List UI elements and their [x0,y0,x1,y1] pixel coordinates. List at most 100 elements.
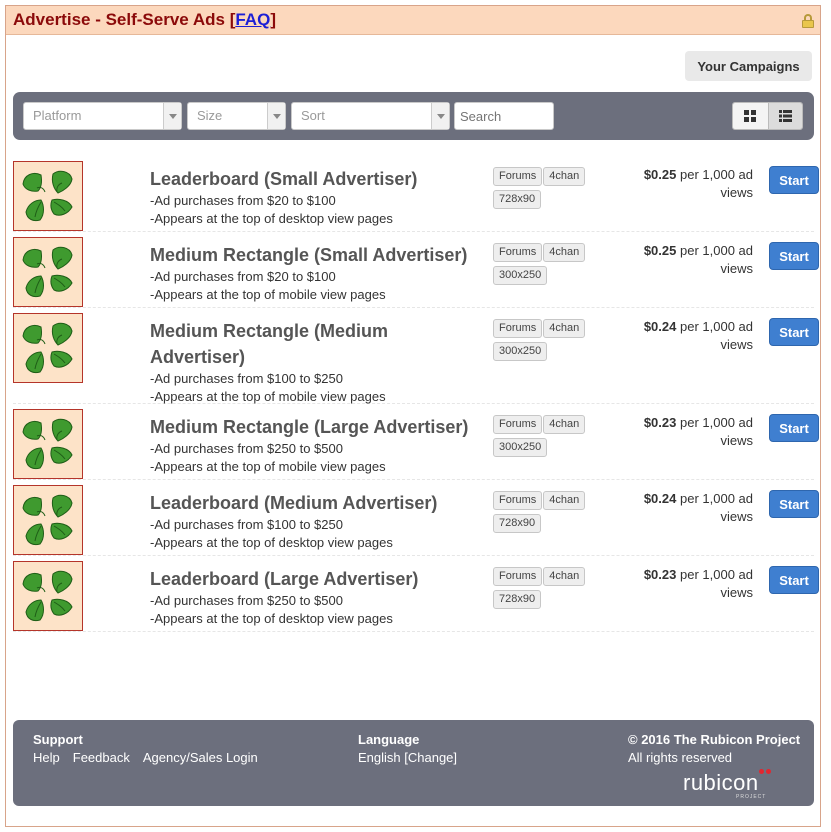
tag-site[interactable]: 4chan [543,167,586,186]
ad-info: Leaderboard (Medium Advertiser) -Ad purc… [150,490,480,552]
footer-support: Support Help Feedback Agency/Sales Login [33,731,271,767]
tag-site[interactable]: 4chan [543,567,586,586]
tag-size[interactable]: 300x250 [493,438,548,457]
size-select[interactable]: Size [187,102,286,130]
platform-select[interactable]: Platform [23,102,182,130]
ad-tags: Forums 4chan 300x250 [493,318,603,364]
ad-info: Medium Rectangle (Small Advertiser) -Ad … [150,242,480,304]
price-unit: per 1,000 ad views [676,415,753,448]
ad-placement: -Appears at the top of mobile view pages [150,287,386,302]
ad-row: Leaderboard (Medium Advertiser) -Ad purc… [13,480,819,556]
tag-size[interactable]: 728x90 [493,190,542,209]
ad-tags: Forums 4chan728x90 [493,166,603,212]
tag-size[interactable]: 728x90 [493,514,542,533]
ad-purchase-range: -Ad purchases from $100 to $250 [150,517,343,532]
chevron-down-icon [267,103,285,129]
app-window: Advertise - Self-Serve Ads [FAQ] Your Ca… [5,5,821,827]
tag-platform[interactable]: Forums [493,491,543,510]
tag-site[interactable]: 4chan [543,319,586,338]
search-input[interactable] [454,102,554,130]
grid-view-icon [744,110,757,122]
ad-tags: Forums 4chan 300x250 [493,242,603,288]
start-button[interactable]: Start [769,166,819,194]
ad-info: Leaderboard (Large Advertiser) -Ad purch… [150,566,480,628]
ad-title[interactable]: Medium Rectangle (Small Advertiser) [150,242,480,268]
filter-toolbar: Platform Size Sort [13,92,814,140]
clover-logo-icon [13,313,83,383]
list-view-button[interactable] [767,103,802,129]
language-change-link[interactable]: English [Change] [358,749,457,767]
sort-select[interactable]: Sort [291,102,450,130]
chevron-down-icon [163,103,181,129]
ad-tags: Forums 4chan728x90 [493,490,603,536]
grid-view-button[interactable] [733,103,768,129]
ad-title[interactable]: Medium Rectangle (Medium Advertiser) [150,318,440,370]
rubicon-logo-text: rubicon [683,770,759,795]
ad-row: Medium Rectangle (Small Advertiser) -Ad … [13,232,819,308]
agency-sales-login-link[interactable]: Agency/Sales Login [143,750,258,765]
tag-site[interactable]: 4chan [543,415,586,434]
ad-purchase-range: -Ad purchases from $250 to $500 [150,593,343,608]
price-unit: per 1,000 ad views [676,243,753,276]
ad-purchase-range: -Ad purchases from $100 to $250 [150,371,343,386]
tag-platform[interactable]: Forums [493,415,543,434]
footer-copyright: © 2016 The Rubicon Project All rights re… [628,731,800,767]
clover-logo-icon [13,561,83,631]
rights-text: All rights reserved [628,750,733,765]
logo-dot [766,769,771,774]
ad-title[interactable]: Leaderboard (Medium Advertiser) [150,490,480,516]
ad-info: Medium Rectangle (Large Advertiser) -Ad … [150,414,480,476]
tag-size[interactable]: 300x250 [493,266,548,285]
lock-icon [802,14,814,28]
faq-link[interactable]: FAQ [235,10,270,29]
tag-site[interactable]: 4chan [543,243,586,262]
feedback-link[interactable]: Feedback [73,750,130,765]
ad-list: Leaderboard (Small Advertiser) -Ad purch… [13,156,819,632]
ad-placement: -Appears at the top of desktop view page… [150,611,393,626]
price-value: $0.23 [643,567,677,582]
ad-price: $0.25 per 1,000 ad views [613,242,753,278]
ad-price: $0.23 per 1,000 ad views [613,414,753,450]
start-button[interactable]: Start [769,490,819,518]
faq-bracket-close: ] [270,10,276,29]
support-links: Help Feedback Agency/Sales Login [33,749,271,767]
tag-platform[interactable]: Forums [493,319,543,338]
ad-price: $0.24 per 1,000 ad views [613,490,753,526]
chevron-down-icon [431,103,449,129]
tag-platform[interactable]: Forums [493,243,543,262]
rubicon-logo-subtext: PROJECT [736,794,767,800]
ad-title[interactable]: Medium Rectangle (Large Advertiser) [150,414,480,440]
ad-price: $0.25 per 1,000 ad views [613,166,753,202]
ad-title[interactable]: Leaderboard (Small Advertiser) [150,166,480,192]
ad-row: Medium Rectangle (Large Advertiser) -Ad … [13,404,819,480]
ad-title[interactable]: Leaderboard (Large Advertiser) [150,566,480,592]
tag-platform[interactable]: Forums [493,567,543,586]
start-button[interactable]: Start [769,318,819,346]
ad-price: $0.23 per 1,000 ad views [613,566,753,602]
tag-site[interactable]: 4chan [543,491,586,510]
ad-info: Leaderboard (Small Advertiser) -Ad purch… [150,166,480,228]
price-unit: per 1,000 ad views [676,167,753,200]
help-link[interactable]: Help [33,750,60,765]
ad-row: Medium Rectangle (Medium Advertiser) -Ad… [13,308,819,404]
ad-row: Leaderboard (Large Advertiser) -Ad purch… [13,556,819,632]
logo-dot [759,769,764,774]
ad-row: Leaderboard (Small Advertiser) -Ad purch… [13,156,819,232]
ad-placement: -Appears at the top of desktop view page… [150,535,393,550]
price-unit: per 1,000 ad views [676,319,753,352]
price-unit: per 1,000 ad views [676,567,753,600]
title-bar: Advertise - Self-Serve Ads [FAQ] [6,6,820,35]
start-button[interactable]: Start [769,566,819,594]
ad-placement: -Appears at the top of mobile view pages [150,459,386,474]
platform-select-label: Platform [33,108,82,123]
tag-size[interactable]: 728x90 [493,590,542,609]
tag-size[interactable]: 300x250 [493,342,548,361]
tag-platform[interactable]: Forums [493,167,543,186]
ad-price: $0.24 per 1,000 ad views [613,318,753,354]
start-button[interactable]: Start [769,242,819,270]
clover-logo-icon [13,237,83,307]
your-campaigns-button[interactable]: Your Campaigns [685,51,812,81]
start-button[interactable]: Start [769,414,819,442]
clover-logo-icon [13,409,83,479]
ad-tags: Forums 4chan 300x250 [493,414,603,460]
